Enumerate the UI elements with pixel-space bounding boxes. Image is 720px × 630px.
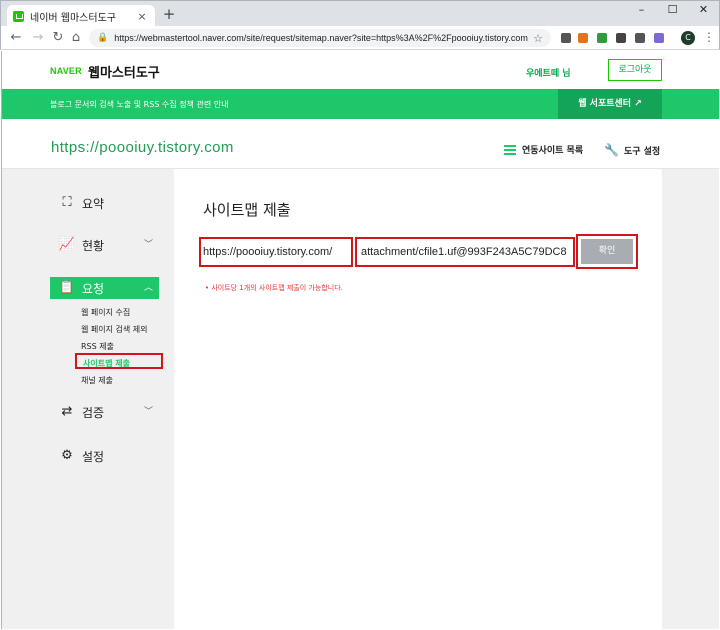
dark-ext-icon[interactable] <box>616 33 626 43</box>
reload-icon[interactable]: ↻ <box>49 29 67 47</box>
webmaster-tool-logo[interactable]: 웹마스터도구 <box>88 62 160 81</box>
sidebar-subitem-web-exclude[interactable]: 웹 페이지 검색 제외 <box>81 324 148 335</box>
swap-arrows-icon: ⇄ <box>61 404 73 419</box>
sitemap-submenu-highlight <box>75 353 163 369</box>
sidebar-subitem-channel[interactable]: 채널 제출 <box>81 375 113 386</box>
bookmark-star-icon[interactable]: ☆ <box>533 32 543 45</box>
page-title: 사이트맵 제출 <box>203 201 291 219</box>
new-tab-button[interactable]: + <box>161 6 177 22</box>
linked-sites-button[interactable]: 연동사이트 목록 <box>504 143 583 156</box>
browser-tab[interactable]: 네이버 웹마스터도구 × <box>7 5 155 27</box>
gear-icon: ⚙ <box>61 448 73 463</box>
browser-menu-icon[interactable]: ⋮ <box>703 30 715 44</box>
right-gutter <box>662 169 719 629</box>
user-name[interactable]: 우에트떼 님 <box>526 66 571 79</box>
sitemap-url-prefix: https://poooiuy.tistory.com/ <box>199 237 353 267</box>
minimize-button[interactable]: – <box>626 1 657 21</box>
site-header: NAVER 웹마스터도구 우에트떼 님 로그아웃 <box>2 51 719 89</box>
linked-sites-label: 연동사이트 목록 <box>522 146 584 156</box>
address-bar[interactable]: 🔒 https://webmastertool.naver.com/site/r… <box>89 29 551 47</box>
chevron-down-icon: ﹀ <box>143 240 153 250</box>
close-window-button[interactable]: ✕ <box>688 1 719 21</box>
profile-avatar[interactable]: C <box>681 31 695 45</box>
back-arrow-icon[interactable]: ← <box>7 29 25 47</box>
support-center-button[interactable]: 웹 서포트센터 ↗ <box>558 89 662 119</box>
maximize-button[interactable]: ☐ <box>657 1 688 21</box>
window-controls: – ☐ ✕ <box>626 1 719 21</box>
sidebar-subitem-web-collect[interactable]: 웹 페이지 수집 <box>81 307 130 318</box>
confirm-button[interactable]: 확인 <box>581 239 633 264</box>
line-chart-icon: 📈 <box>58 237 76 252</box>
sidebar-item-settings[interactable]: ⚙ 설정 <box>50 445 159 467</box>
lock-icon: 🔒 <box>97 33 109 43</box>
sidebar-item-summary[interactable]: ⛶ 요약 <box>50 192 159 214</box>
main-content: 사이트맵 제출 https://poooiuy.tistory.com/ att… <box>174 169 662 629</box>
browser-toolbar: ← → ↻ ⌂ 🔒 https://webmastertool.naver.co… <box>0 26 720 50</box>
rx-ext-icon[interactable] <box>578 33 588 43</box>
sitemap-path-input[interactable]: attachment/cfile1.uf@993F243A5C79DC8 <box>355 237 575 267</box>
clipboard-check-icon: 📋 <box>58 280 76 295</box>
sidebar-item-label: 검증 <box>82 405 105 420</box>
site-url-title[interactable]: https://poooiuy.tistory.com <box>51 139 234 156</box>
bookmark-ext-icon[interactable] <box>561 33 571 43</box>
tab-close-icon[interactable]: × <box>135 10 149 23</box>
sidebar-item-verify[interactable]: ⇄ 검증 ﹀ <box>50 401 159 423</box>
shield-ext-icon[interactable] <box>654 33 664 43</box>
browser-tabbar: 네이버 웹마스터도구 × + – ☐ ✕ <box>0 0 720 27</box>
notice-bar: 블로그 문서의 검색 노출 및 RSS 수집 정책 관련 안내 웹 서포트센터 … <box>2 89 719 119</box>
s-ext-icon[interactable] <box>635 33 645 43</box>
sidebar-item-request[interactable]: 📋 요청 ︿ <box>50 277 159 299</box>
sidebar-item-status[interactable]: 📈 현황 ﹀ <box>50 234 159 256</box>
address-url[interactable]: https://webmastertool.naver.com/site/req… <box>114 33 533 43</box>
confirm-highlight: 확인 <box>576 234 638 269</box>
sidebar-subitem-rss[interactable]: RSS 제출 <box>81 341 114 352</box>
tab-title: 네이버 웹마스터도구 <box>30 12 116 24</box>
naver-logo[interactable]: NAVER <box>50 66 82 76</box>
presentation-board-icon: ⛶ <box>62 195 72 210</box>
chevron-down-icon: ﹀ <box>143 407 153 417</box>
screen-ext-icon[interactable] <box>597 33 607 43</box>
tool-settings-label: 도구 설정 <box>623 146 661 157</box>
site-info-row: https://poooiuy.tistory.com 연동사이트 목록 🔧 도… <box>2 119 719 169</box>
logout-button[interactable]: 로그아웃 <box>608 59 662 81</box>
home-icon[interactable]: ⌂ <box>67 29 85 47</box>
sidebar-item-label: 요약 <box>82 196 105 211</box>
chevron-up-icon: ︿ <box>143 283 153 293</box>
webpage: NAVER 웹마스터도구 우에트떼 님 로그아웃 블로그 문서의 검색 노출 및… <box>1 51 719 629</box>
sitemap-hint: • 사이트당 1개의 사이트맵 제출이 가능합니다. <box>205 284 343 292</box>
sidebar: ⛶ 요약 📈 현황 ﹀ 📋 요청 ︿ 웹 페이지 수집 웹 페이지 검색 제외 … <box>2 169 173 629</box>
policy-notice-link[interactable]: 블로그 문서의 검색 노출 및 RSS 수집 정책 관련 안내 <box>50 99 228 110</box>
sidebar-item-label: 현황 <box>82 238 105 253</box>
sidebar-item-label: 요청 <box>82 281 105 296</box>
tool-settings-button[interactable]: 🔧 도구 설정 <box>604 143 660 157</box>
wrench-icon: 🔧 <box>604 143 619 157</box>
body-area: ⛶ 요약 📈 현황 ﹀ 📋 요청 ︿ 웹 페이지 수집 웹 페이지 검색 제외 … <box>2 169 719 629</box>
naver-favicon-icon <box>13 10 24 22</box>
list-icon <box>504 144 516 155</box>
forward-arrow-icon[interactable]: → <box>29 29 47 47</box>
sidebar-item-label: 설정 <box>82 449 105 464</box>
